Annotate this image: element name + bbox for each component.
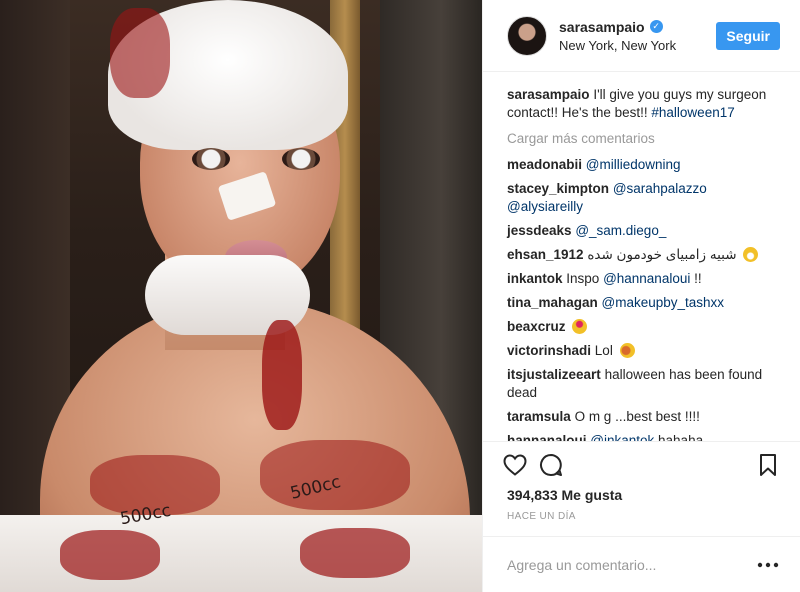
comment-text: hahaha: [654, 433, 704, 441]
comment-item: inkantok Inspo @hannanaloui !!: [507, 270, 776, 288]
comment-username[interactable]: itsjustalizeeart: [507, 367, 601, 382]
post-sidebar: sarasampaio ✓ New York, New York Seguir …: [482, 0, 800, 592]
comment-username[interactable]: taramsula: [507, 409, 571, 424]
comment-item: beaxcruz: [507, 318, 776, 336]
photo-left-eye: [192, 148, 230, 170]
comment-item: ehsan_1912 شبیه زامبیای خودمون شده: [507, 246, 776, 264]
comment-item: tina_mahagan @makeupby_tashxx: [507, 294, 776, 312]
comment-username[interactable]: inkantok: [507, 271, 563, 286]
comment-mention[interactable]: @_sam.diego_: [575, 223, 666, 238]
comment-item: jessdeaks @_sam.diego_: [507, 222, 776, 240]
post-location[interactable]: New York, New York: [559, 38, 716, 53]
comment-item: meadonabii @milliedowning: [507, 156, 776, 174]
comment-text: Inspo: [566, 271, 604, 286]
comments-list: sarasampaio I'll give you guys my surgeo…: [483, 72, 800, 441]
bookmark-icon[interactable]: [754, 451, 782, 479]
post-caption: sarasampaio I'll give you guys my surgeo…: [507, 86, 776, 122]
comment-username[interactable]: stacey_kimpton: [507, 181, 609, 196]
heart-icon[interactable]: [501, 451, 529, 479]
add-comment-bar: [483, 536, 800, 592]
comment-item: stacey_kimpton @sarahpalazzo @alysiareil…: [507, 180, 776, 216]
photo-blood-mark: [300, 528, 410, 578]
comment-username[interactable]: hannanaloui: [507, 433, 587, 441]
like-count[interactable]: 394,833 Me gusta: [483, 487, 800, 503]
author-info: sarasampaio ✓ New York, New York: [559, 19, 716, 53]
comment-username[interactable]: tina_mahagan: [507, 295, 598, 310]
comment-input[interactable]: [507, 556, 754, 573]
comment-mention[interactable]: @sarahpalazzo: [613, 181, 707, 196]
caption-username[interactable]: sarasampaio: [507, 87, 590, 102]
comment-text: O m g ...best best !!!!: [574, 409, 700, 424]
post-actions-bar: [483, 441, 800, 487]
more-options-icon[interactable]: [754, 551, 782, 579]
comment-text: شبیه زامبیای خودمون شده: [587, 247, 737, 262]
comment-item: victorinshadi Lol: [507, 342, 776, 360]
caption-hashtag[interactable]: #halloween17: [651, 105, 734, 120]
comment-text: Lol: [594, 343, 613, 358]
comment-username[interactable]: jessdeaks: [507, 223, 572, 238]
grimacing-emoji-icon: [743, 247, 759, 262]
comment-item: taramsula O m g ...best best !!!!: [507, 408, 776, 426]
author-username[interactable]: sarasampaio: [559, 19, 645, 35]
photo-blood-mark: [262, 320, 302, 430]
follow-button[interactable]: Seguir: [716, 21, 780, 50]
instagram-post-view: 500cc 500cc sarasampaio ✓ New York, New …: [0, 0, 800, 592]
comment-username[interactable]: ehsan_1912: [507, 247, 584, 262]
avatar[interactable]: [507, 15, 547, 56]
comment-item: hannanaloui @inkantok hahaha: [507, 432, 776, 441]
photo-blood-mark: [110, 8, 170, 98]
photo-blood-mark: [60, 530, 160, 580]
comment-mention[interactable]: @hannanaloui: [603, 271, 690, 286]
comment-icon[interactable]: [537, 451, 565, 479]
comment-mention[interactable]: @inkantok: [590, 433, 654, 441]
post-photo[interactable]: 500cc 500cc: [0, 0, 482, 592]
comment-username[interactable]: meadonabii: [507, 157, 582, 172]
comment-mention[interactable]: @milliedowning: [586, 157, 681, 172]
waving-hand-emoji-icon: [619, 343, 635, 358]
comment-mention[interactable]: @makeupby_tashxx: [602, 295, 725, 310]
comment-mention[interactable]: @alysiareilly: [507, 199, 583, 214]
post-header: sarasampaio ✓ New York, New York Seguir: [483, 0, 800, 72]
comment-username[interactable]: victorinshadi: [507, 343, 591, 358]
comment-item: itsjustalizeeart halloween has been foun…: [507, 366, 776, 402]
author-username-row: sarasampaio ✓: [559, 19, 716, 35]
photo-right-eye: [282, 148, 320, 170]
load-more-comments[interactable]: Cargar más comentarios: [507, 130, 776, 148]
verified-badge-icon: ✓: [649, 20, 663, 33]
heart-eyes-emoji-icon: [572, 319, 588, 334]
post-timestamp: HACE UN DÍA: [507, 511, 576, 522]
comment-username[interactable]: beaxcruz: [507, 319, 566, 334]
comment-text: !!: [690, 271, 702, 286]
